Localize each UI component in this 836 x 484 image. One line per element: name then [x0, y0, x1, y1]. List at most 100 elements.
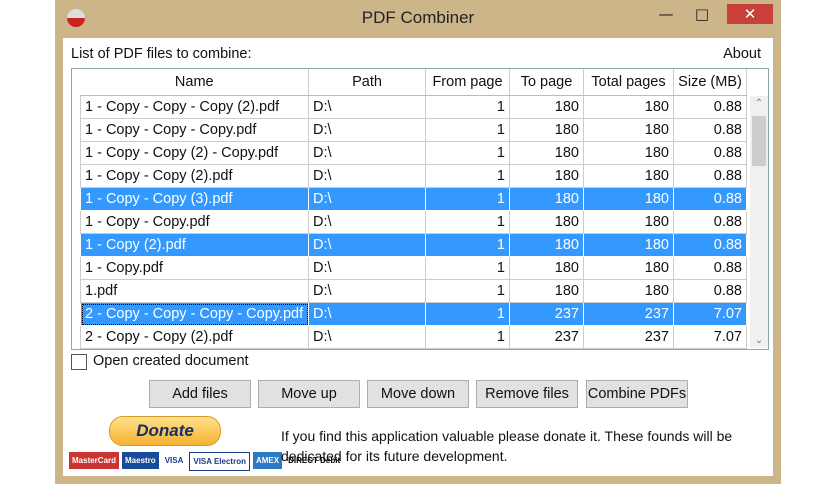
table-cell: 237: [509, 325, 584, 349]
table-cell: 180: [583, 164, 674, 188]
table-cell: 180: [509, 141, 584, 165]
open-created-label: Open created document: [93, 353, 249, 369]
table-cell: 1 - Copy - Copy - Copy.pdf: [80, 118, 309, 142]
table-row[interactable]: 1 - Copy (2).pdf D:\ 1 180 180 0.88: [80, 233, 747, 257]
move-down-button[interactable]: Move down: [367, 380, 469, 408]
combine-pdfs-button[interactable]: Combine PDFs: [586, 380, 688, 408]
table-cell: 180: [583, 187, 674, 211]
table-cell: 180: [509, 233, 584, 257]
table-cell: 237: [583, 302, 674, 326]
remove-files-button[interactable]: Remove files: [476, 380, 578, 408]
table-row[interactable]: 1 - Copy - Copy (3).pdf D:\ 1 180 180 0.88: [80, 187, 747, 211]
table-row[interactable]: 1 - Copy.pdf D:\ 1 180 180 0.88: [80, 256, 747, 280]
table-row[interactable]: 1 - Copy - Copy (2) - Copy.pdf D:\ 1 180 180…: [80, 141, 747, 165]
table-cell: D:\: [308, 279, 426, 303]
table-cell: D:\: [308, 95, 426, 119]
scroll-up-icon[interactable]: ⌃: [750, 98, 768, 109]
table-row[interactable]: 1 - Copy - Copy - Copy.pdf D:\ 1 180 180 0.88: [80, 118, 747, 142]
table-row[interactable]: 2 - Copy - Copy - Copy - Copy.pdf D:\ 1 237…: [80, 302, 747, 326]
column-header[interactable]: To page: [509, 69, 584, 96]
table-row[interactable]: 1 - Copy - Copy (2).pdf D:\ 1 180 180 0.88: [80, 164, 747, 188]
table-cell: 1 - Copy - Copy (2).pdf: [80, 164, 309, 188]
close-button[interactable]: ✕: [727, 4, 773, 24]
amex-icon: AMEX: [252, 452, 283, 469]
column-header[interactable]: From page: [425, 69, 510, 96]
table-cell: D:\: [308, 164, 426, 188]
table-cell: 1: [425, 141, 510, 165]
table-cell: 180: [509, 164, 584, 188]
maximize-button[interactable]: □: [687, 4, 717, 24]
table-cell: 180: [509, 187, 584, 211]
vertical-scrollbar[interactable]: ⌃ ⌄: [750, 96, 768, 348]
table-cell: 7.07: [673, 325, 747, 349]
visa-icon: VISA: [164, 456, 184, 465]
table-row[interactable]: 1.pdf D:\ 1 180 180 0.88: [80, 279, 747, 303]
table-cell: 0.88: [673, 256, 747, 280]
table-cell: 0.88: [673, 233, 747, 257]
about-link[interactable]: About: [723, 46, 761, 62]
table-row[interactable]: 1 - Copy - Copy - Copy (2).pdf D:\ 1 180 180…: [80, 95, 747, 119]
table-cell: 180: [509, 118, 584, 142]
move-up-button[interactable]: Move up: [258, 380, 360, 408]
table-cell: 1: [425, 256, 510, 280]
table-cell: 1 - Copy (2).pdf: [80, 233, 309, 257]
scroll-thumb[interactable]: [752, 116, 766, 166]
table-cell: 2 - Copy - Copy (2).pdf: [80, 325, 309, 349]
table-cell: 0.88: [673, 210, 747, 234]
table-cell: 1 - Copy - Copy (3).pdf: [80, 187, 309, 211]
table-cell: 0.88: [673, 118, 747, 142]
app-window: PDF Combiner — □ ✕ List of PDF files to …: [55, 0, 781, 484]
table-cell: 180: [583, 233, 674, 257]
table-cell: 1: [425, 187, 510, 211]
table-cell: 0.88: [673, 95, 747, 119]
open-created-checkbox[interactable]: [71, 354, 87, 370]
table-row[interactable]: 2 - Copy - Copy (2).pdf D:\ 1 237 237 7.07: [80, 325, 747, 349]
table-cell: 1: [425, 118, 510, 142]
column-header[interactable]: Path: [308, 69, 426, 96]
table-cell: 237: [509, 302, 584, 326]
table-cell: 1: [425, 95, 510, 119]
donate-button[interactable]: Donate: [109, 416, 221, 446]
table-cell: 180: [509, 279, 584, 303]
table-cell: 237: [583, 325, 674, 349]
table-cell: 180: [583, 279, 674, 303]
file-grid[interactable]: Name Path From page To page Total pages Size …: [71, 68, 769, 350]
table-cell: D:\: [308, 233, 426, 257]
table-cell: 7.07: [673, 302, 747, 326]
table-cell: 1: [425, 279, 510, 303]
client-area: List of PDF files to combine: About Name…: [63, 38, 773, 476]
table-cell: 1 - Copy - Copy.pdf: [80, 210, 309, 234]
table-cell: 180: [509, 210, 584, 234]
list-label: List of PDF files to combine:: [71, 46, 252, 62]
table-cell: D:\: [308, 187, 426, 211]
column-header[interactable]: Size (MB): [673, 69, 747, 96]
table-cell: 1 - Copy.pdf: [80, 256, 309, 280]
table-cell: 180: [583, 95, 674, 119]
scroll-down-icon[interactable]: ⌄: [750, 335, 768, 346]
table-cell: 1.pdf: [80, 279, 309, 303]
table-cell: 1: [425, 210, 510, 234]
visa-electron-icon: VISA Electron: [189, 452, 250, 471]
table-cell: D:\: [308, 118, 426, 142]
table-cell: 1 - Copy - Copy - Copy (2).pdf: [80, 95, 309, 119]
title-bar: PDF Combiner — □ ✕: [55, 0, 781, 38]
minimize-button[interactable]: —: [651, 4, 681, 24]
table-cell: D:\: [308, 302, 426, 326]
table-cell: 180: [583, 118, 674, 142]
donate-message: If you find this application valuable pl…: [281, 428, 733, 464]
table-cell: 180: [509, 95, 584, 119]
column-header[interactable]: Name: [80, 69, 309, 96]
table-row[interactable]: 1 - Copy - Copy.pdf D:\ 1 180 180 0.88: [80, 210, 747, 234]
table-cell: 180: [583, 210, 674, 234]
mastercard-icon: MasterCard: [69, 452, 120, 469]
column-header[interactable]: Total pages: [583, 69, 674, 96]
table-cell: 0.88: [673, 279, 747, 303]
maestro-icon: Maestro: [122, 452, 159, 469]
table-cell: 180: [509, 256, 584, 280]
table-cell: D:\: [308, 256, 426, 280]
table-cell: 0.88: [673, 141, 747, 165]
table-cell: 180: [583, 256, 674, 280]
table-cell: 1: [425, 325, 510, 349]
add-files-button[interactable]: Add files: [149, 380, 251, 408]
table-cell: D:\: [308, 141, 426, 165]
